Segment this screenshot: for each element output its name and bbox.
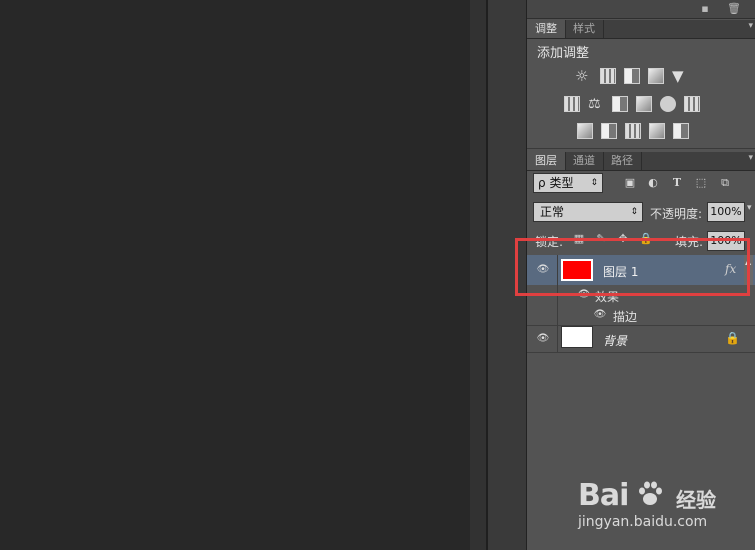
blend-mode-dropdown[interactable]: 正常 ⇕ (533, 202, 643, 222)
stroke-eye-icon[interactable]: 👁 (593, 310, 607, 320)
layer-filter-dropdown[interactable]: ρ 类型 ⇕ (533, 173, 603, 193)
baidu-logo-text: Bai (578, 478, 629, 513)
blend-mode-value: 正常 (540, 205, 565, 219)
brightness-contrast-icon[interactable]: ☼ (575, 68, 591, 84)
invert-icon[interactable] (577, 123, 593, 139)
stroke-effect-label: 描边 (613, 310, 638, 324)
new-icon[interactable]: ▪ (699, 3, 711, 15)
canvas-scrollbar-gutter (470, 0, 486, 550)
panel-top-bar: ▪ 🗑 (527, 0, 755, 19)
baidu-jingyan-text: 经验 (676, 488, 716, 512)
stroke-effect-row[interactable]: 👁 描边 (527, 305, 755, 325)
channel-mixer-icon[interactable] (660, 96, 676, 112)
opacity-label: 不透明度: (650, 207, 703, 221)
color-lookup-icon[interactable] (684, 96, 700, 112)
gradient-map-icon[interactable] (673, 123, 689, 139)
row-separator (527, 352, 755, 353)
selective-color-icon[interactable] (649, 123, 665, 139)
tab-channels[interactable]: 通道 (565, 152, 604, 170)
exposure-icon[interactable] (648, 68, 664, 84)
watermark-url: jingyan.baidu.com (578, 514, 708, 530)
layers-panel-menu-icon[interactable]: ▾ (748, 153, 753, 163)
layer-row-background[interactable]: 👁 背景 🔒 (527, 326, 755, 352)
tab-styles[interactable]: 样式 (565, 20, 604, 38)
posterize-icon[interactable] (601, 123, 617, 139)
filter-type-icon[interactable]: T (671, 177, 683, 189)
filter-kind-label: 类型 (549, 176, 574, 190)
layer-thumbnail (561, 326, 593, 348)
photo-filter-icon[interactable] (636, 96, 652, 112)
filter-adjustment-icon[interactable]: ◐ (647, 177, 659, 189)
vibrance-icon[interactable]: ▼ (672, 68, 688, 84)
annotation-highlight-box (515, 238, 750, 296)
opacity-input[interactable]: 100% (707, 202, 745, 222)
search-icon: ρ (538, 176, 546, 190)
curves-icon[interactable] (624, 68, 640, 84)
filter-smart-object-icon[interactable]: ⧉ (719, 177, 731, 189)
visibility-eye-icon[interactable]: 👁 (536, 334, 550, 344)
adjustments-tab-bar: 调整 样式 ▾ (527, 20, 755, 39)
add-adjustment-title: 添加调整 (537, 46, 590, 61)
lock-icon: 🔒 (725, 331, 740, 345)
panel-separator (527, 148, 755, 149)
layers-tab-bar: 图层 通道 路径 ▾ (527, 152, 755, 171)
tab-layers[interactable]: 图层 (527, 152, 566, 170)
hue-saturation-icon[interactable] (564, 96, 580, 112)
tab-paths[interactable]: 路径 (603, 152, 642, 170)
opacity-arrow-icon[interactable]: ▾ (747, 203, 752, 213)
panel-menu-icon[interactable]: ▾ (748, 21, 753, 31)
dropdown-arrows-icon: ⇕ (630, 207, 638, 217)
threshold-icon[interactable] (625, 123, 641, 139)
filter-pixel-icon[interactable]: ▣ (624, 177, 636, 189)
tab-adjustments[interactable]: 调整 (527, 20, 566, 38)
baidu-paw-icon (639, 481, 662, 505)
trash-icon[interactable]: 🗑 (727, 3, 741, 15)
document-canvas-area[interactable] (0, 0, 470, 550)
dropdown-arrows-icon: ⇕ (590, 178, 598, 188)
color-balance-icon[interactable]: ⚖ (588, 96, 604, 112)
black-white-icon[interactable] (612, 96, 628, 112)
filter-shape-icon[interactable]: ⬚ (695, 177, 707, 189)
layer-name[interactable]: 背景 (603, 332, 627, 349)
levels-icon[interactable] (600, 68, 616, 84)
baidu-watermark: Bai 经验 jingyan.baidu.com (578, 478, 748, 538)
